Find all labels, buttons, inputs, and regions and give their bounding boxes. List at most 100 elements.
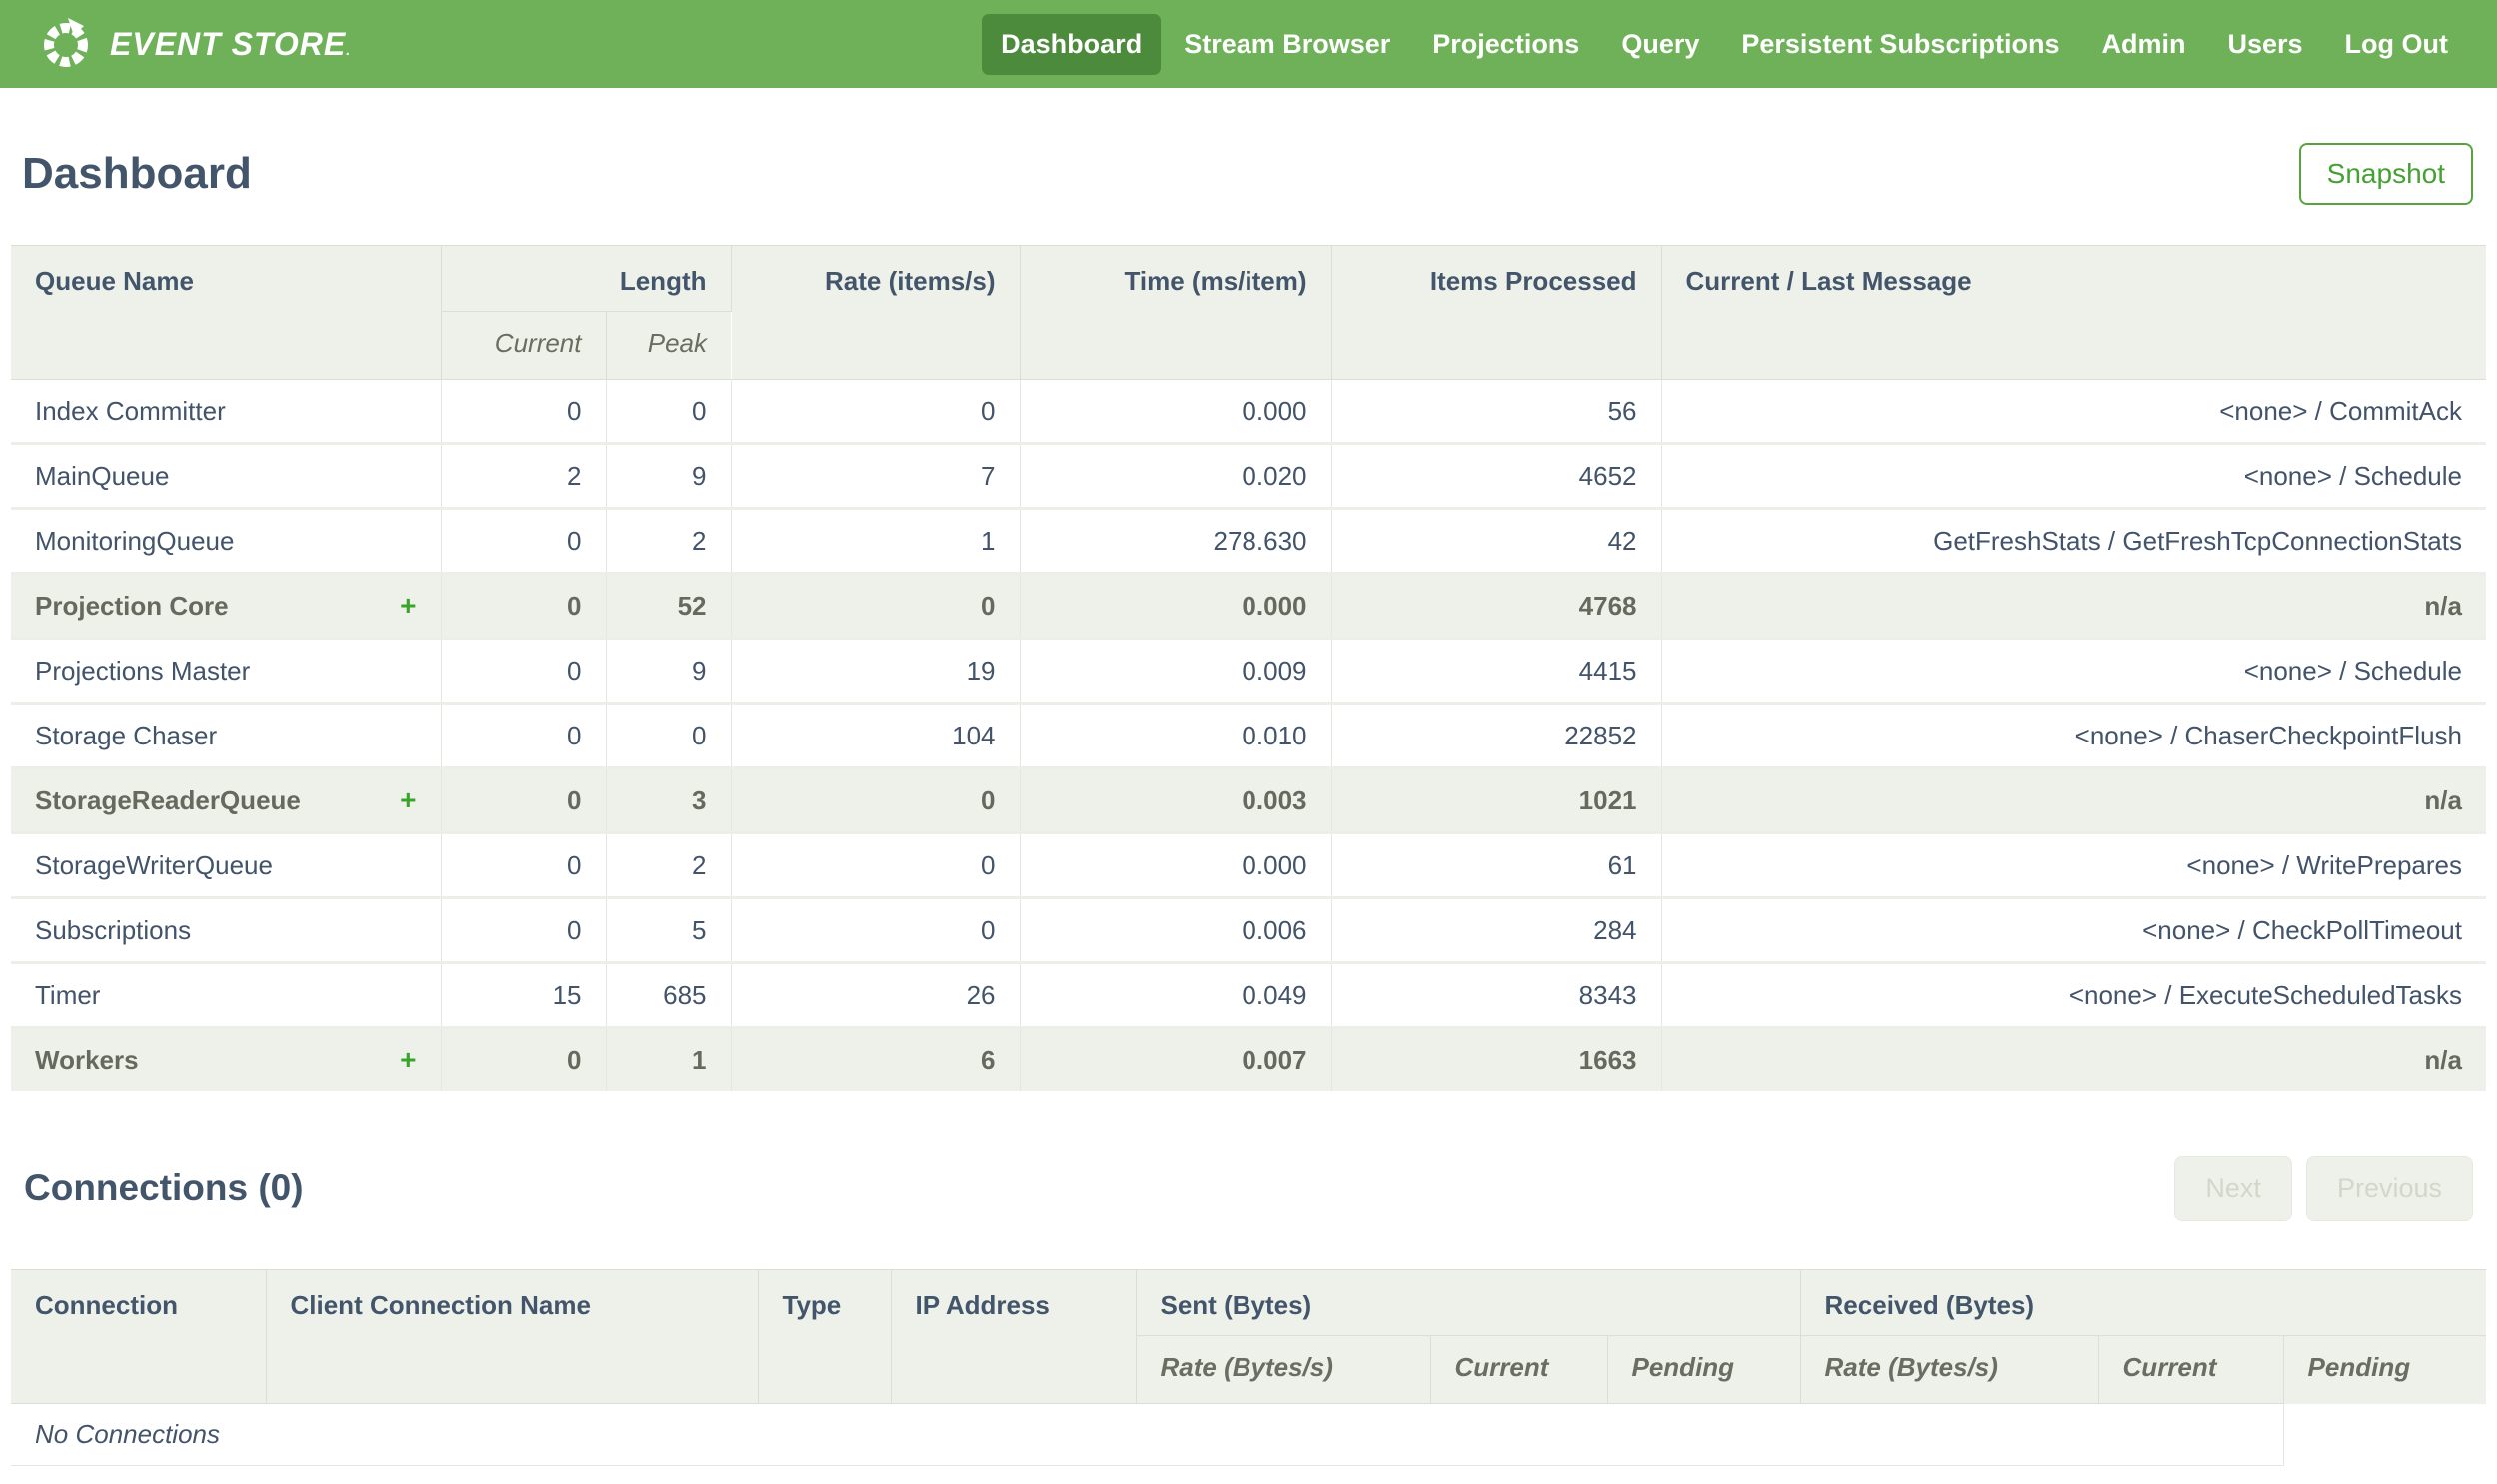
queue-length-current-cell: 0 bbox=[441, 572, 607, 639]
queue-items-processed-cell: 22852 bbox=[1331, 702, 1662, 768]
queue-name-cell: Workers + bbox=[11, 1026, 442, 1091]
queue-length-current-cell: 2 bbox=[441, 442, 607, 509]
col-items-processed: Items Processed bbox=[1331, 245, 1662, 380]
queue-rate-cell: 0 bbox=[731, 831, 1021, 898]
nav-item-persistent-subscriptions[interactable]: Persistent Subscriptions bbox=[1722, 14, 2078, 75]
expand-plus-icon[interactable]: + bbox=[400, 771, 416, 832]
nav-item-users[interactable]: Users bbox=[2208, 14, 2321, 75]
queue-rate-cell: 104 bbox=[731, 702, 1021, 768]
queue-items-processed-cell: 42 bbox=[1331, 507, 1662, 574]
connections-header: Connections (0) Next Previous bbox=[24, 1155, 2473, 1221]
event-store-logo-icon bbox=[38, 16, 94, 72]
queue-time-cell: 0.010 bbox=[1020, 702, 1332, 768]
queue-time-cell: 0.020 bbox=[1020, 442, 1332, 509]
previous-button[interactable]: Previous bbox=[2305, 1155, 2473, 1221]
connections-table-header: Connection Client Connection Name Type I… bbox=[11, 1269, 2487, 1404]
queue-name-cell: StorageWriterQueue bbox=[11, 831, 442, 898]
queue-name-cell: Subscriptions bbox=[11, 896, 442, 963]
logo-text: EVENT STORE. bbox=[110, 25, 352, 62]
queues-table-body: Index Committer 0 0 0 0.000 56 <none> / … bbox=[11, 379, 2486, 1091]
queue-length-current-cell: 0 bbox=[441, 766, 607, 833]
queue-length-peak-cell: 5 bbox=[606, 896, 732, 963]
col-received-bytes: Received (Bytes) bbox=[1800, 1269, 2487, 1336]
queue-name-cell: Projections Master bbox=[11, 637, 442, 704]
queues-table-header: Queue Name Length Rate (items/s) Time (m… bbox=[11, 245, 2486, 380]
nav-item-log-out[interactable]: Log Out bbox=[2326, 14, 2467, 75]
queue-length-peak-cell: 685 bbox=[606, 961, 732, 1028]
queue-rate-cell: 1 bbox=[731, 507, 1021, 574]
queues-table: Queue Name Length Rate (items/s) Time (m… bbox=[11, 245, 2486, 1091]
nav-item-query[interactable]: Query bbox=[1602, 14, 1718, 75]
queue-items-processed-cell: 4768 bbox=[1331, 572, 1662, 639]
queue-length-current-cell: 0 bbox=[441, 507, 607, 574]
queue-length-peak-cell: 0 bbox=[606, 379, 732, 444]
queue-items-processed-cell: 1021 bbox=[1331, 766, 1662, 833]
connections-pager: Next Previous bbox=[2174, 1155, 2473, 1221]
queue-name-cell: Timer bbox=[11, 961, 442, 1028]
queue-name-cell: MonitoringQueue bbox=[11, 507, 442, 574]
queue-name-cell: Storage Chaser bbox=[11, 702, 442, 768]
col-length-peak: Peak bbox=[606, 311, 731, 380]
queue-message-cell: <none> / Schedule bbox=[1661, 442, 2486, 509]
queue-time-cell: 0.000 bbox=[1020, 831, 1332, 898]
queue-rate-cell: 26 bbox=[731, 961, 1021, 1028]
queue-length-peak-cell: 0 bbox=[606, 702, 732, 768]
top-nav: EVENT STORE. Dashboard Stream Browser Proj… bbox=[0, 0, 2497, 88]
nav-item-admin[interactable]: Admin bbox=[2082, 14, 2204, 75]
no-connections-message: No Connections bbox=[11, 1403, 2284, 1466]
queue-rate-cell: 6 bbox=[731, 1026, 1021, 1091]
queue-row: Subscriptions 0 5 0 0.006 284 <none> / C… bbox=[11, 896, 2486, 963]
col-sent-bytes: Sent (Bytes) bbox=[1136, 1269, 1801, 1336]
connections-title: Connections (0) bbox=[24, 1167, 304, 1208]
queue-time-cell: 0.000 bbox=[1020, 379, 1332, 444]
queue-time-cell: 0.007 bbox=[1020, 1026, 1332, 1091]
queue-name: Projection Core bbox=[35, 590, 229, 621]
queue-length-peak-cell: 52 bbox=[606, 572, 732, 639]
no-connections-row: No Connections bbox=[11, 1403, 2486, 1466]
queue-row: Index Committer 0 0 0 0.000 56 <none> / … bbox=[11, 379, 2486, 444]
nav-item-projections[interactable]: Projections bbox=[1413, 14, 1598, 75]
queue-name: StorageWriterQueue bbox=[35, 849, 273, 880]
queue-name: Storage Chaser bbox=[35, 720, 218, 750]
nav-item-stream-browser[interactable]: Stream Browser bbox=[1165, 14, 1409, 75]
queue-message-cell: <none> / ChaserCheckpointFlush bbox=[1661, 702, 2486, 768]
queue-length-current-cell: 0 bbox=[441, 1026, 607, 1091]
queue-message-cell: n/a bbox=[1661, 572, 2486, 639]
queue-rate-cell: 0 bbox=[731, 896, 1021, 963]
queue-rate-cell: 7 bbox=[731, 442, 1021, 509]
col-received-pending: Pending bbox=[2283, 1335, 2487, 1404]
snapshot-button[interactable]: Snapshot bbox=[2298, 143, 2473, 205]
queue-name-cell: StorageReaderQueue + bbox=[11, 766, 442, 833]
queue-time-cell: 0.006 bbox=[1020, 896, 1332, 963]
connections-table: Connection Client Connection Name Type I… bbox=[11, 1269, 2487, 1466]
nav-menu: Dashboard Stream Browser Projections Query P… bbox=[982, 13, 2467, 75]
queue-time-cell: 0.000 bbox=[1020, 572, 1332, 639]
nav-item-dashboard[interactable]: Dashboard bbox=[982, 13, 1162, 75]
queue-message-cell: <none> / CommitAck bbox=[1661, 379, 2486, 444]
queue-row: Projection Core + 0 52 0 0.000 4768 n/a bbox=[11, 572, 2486, 639]
queue-items-processed-cell: 284 bbox=[1331, 896, 1662, 963]
queue-items-processed-cell: 56 bbox=[1331, 379, 1662, 444]
queue-name-cell: MainQueue bbox=[11, 442, 442, 509]
col-sent-rate: Rate (Bytes/s) bbox=[1136, 1335, 1431, 1404]
expand-plus-icon[interactable]: + bbox=[400, 577, 416, 638]
queue-rate-cell: 0 bbox=[731, 572, 1021, 639]
queue-length-peak-cell: 3 bbox=[606, 766, 732, 833]
connections-table-body: No Connections bbox=[11, 1403, 2486, 1466]
col-length-current: Current bbox=[441, 311, 607, 380]
queue-name: Projections Master bbox=[35, 655, 251, 686]
next-button[interactable]: Next bbox=[2174, 1155, 2292, 1221]
col-connection: Connection bbox=[11, 1269, 267, 1404]
queue-time-cell: 0.003 bbox=[1020, 766, 1332, 833]
expand-plus-icon[interactable]: + bbox=[400, 1030, 416, 1091]
queue-name: StorageReaderQueue bbox=[35, 784, 301, 815]
page-header: Dashboard Snapshot bbox=[22, 143, 2473, 205]
queue-row: StorageReaderQueue + 0 3 0 0.003 1021 n/… bbox=[11, 766, 2486, 833]
queue-row: Workers + 0 1 6 0.007 1663 n/a bbox=[11, 1026, 2486, 1091]
queue-message-cell: <none> / CheckPollTimeout bbox=[1661, 896, 2486, 963]
queue-length-peak-cell: 1 bbox=[606, 1026, 732, 1091]
queue-length-current-cell: 0 bbox=[441, 637, 607, 704]
queue-items-processed-cell: 4652 bbox=[1331, 442, 1662, 509]
page-title: Dashboard bbox=[22, 149, 252, 198]
queue-rate-cell: 0 bbox=[731, 379, 1021, 444]
